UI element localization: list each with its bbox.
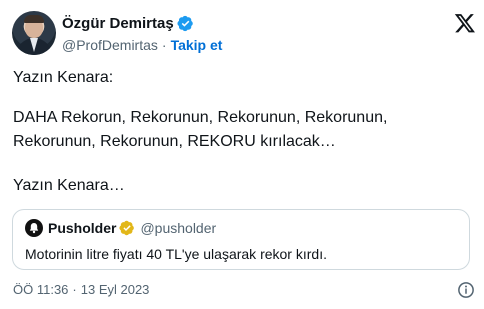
meta-separator: · (72, 282, 77, 297)
quoted-header: Pusholder @pusholder (25, 219, 216, 237)
quoted-handle[interactable]: @pusholder (140, 220, 216, 236)
tweet-time[interactable]: ÖÖ 11:36 (13, 282, 68, 297)
x-logo-icon[interactable] (454, 12, 476, 34)
author-handle-row: @ProfDemirtas · Takip et (62, 36, 222, 54)
quoted-avatar[interactable] (25, 219, 43, 237)
bell-icon (29, 223, 39, 234)
handle-separator: · (161, 37, 167, 53)
info-icon[interactable] (457, 281, 475, 299)
author-avatar[interactable] (12, 11, 56, 55)
tweet-card: Özgür Demirtaş @ProfDemirtas · Takip et … (0, 0, 484, 309)
gold-verified-badge-icon (119, 220, 135, 236)
author-display-name[interactable]: Özgür Demirtaş (62, 15, 174, 32)
tweet-line-1: Yazın Kenara: (13, 69, 114, 86)
author-handle[interactable]: @ProfDemirtas (62, 37, 158, 53)
quoted-tweet[interactable]: Pusholder @pusholder Motorinin litre fiy… (12, 209, 470, 270)
follow-button[interactable]: Takip et (171, 37, 223, 53)
tweet-line-2: DAHA Rekorun, Rekorunun, Rekorunun, Reko… (13, 109, 388, 126)
tweet-line-4: Yazın Kenara… (13, 177, 125, 194)
quoted-display-name[interactable]: Pusholder (48, 220, 116, 236)
tweet-date[interactable]: 13 Eyl 2023 (81, 282, 150, 297)
tweet-line-3: Rekorunun, Rekorunun, REKORU kırılacak… (13, 133, 336, 150)
tweet-meta: ÖÖ 11:36 · 13 Eyl 2023 (13, 282, 149, 297)
verified-badge-icon (177, 15, 193, 31)
avatar-hair (24, 15, 44, 23)
quoted-text: Motorinin litre fiyatı 40 TL'ye ulaşarak… (25, 246, 327, 262)
author-name-row: Özgür Demirtaş (62, 13, 194, 33)
